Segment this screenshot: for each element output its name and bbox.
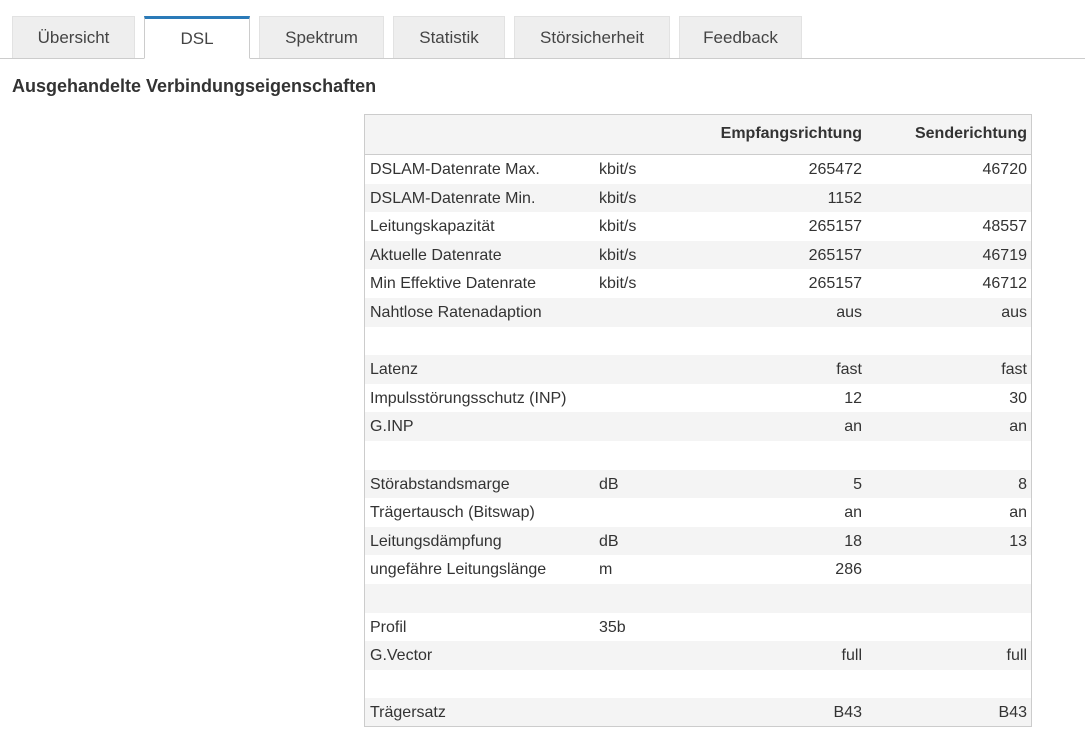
row-unit: m (599, 561, 613, 579)
row-receive-value: fast (836, 361, 862, 379)
row-receive-value: 265157 (808, 275, 862, 293)
row-label: G.INP (370, 418, 414, 436)
row-send-value: an (1009, 418, 1027, 436)
row-send-value: 46712 (982, 275, 1028, 293)
table-row (365, 327, 1031, 356)
row-label: Min Effektive Datenrate (370, 275, 537, 293)
table-body: DSLAM-Datenrate Max. kbit/s 265472 46720 DSL… (365, 155, 1031, 726)
row-receive-value: 265157 (808, 246, 862, 264)
row-unit: kbit/s (599, 161, 637, 178)
row-unit: kbit/s (599, 189, 637, 207)
table-row: ungefähre Leitungslänge m 286 (365, 555, 1031, 584)
tab-feedback[interactable]: Feedback (679, 16, 802, 58)
row-send-value: B43 (998, 704, 1027, 722)
row-receive-value: B43 (833, 704, 862, 722)
table-row: DSLAM-Datenrate Min. kbit/s 1152 (365, 183, 1031, 213)
table-header: Empfangsrichtung Senderichtung (365, 115, 1031, 155)
header-send-direction: Senderichtung (914, 125, 1027, 142)
row-receive-value: 265472 (808, 161, 862, 178)
row-label: Aktuelle Datenrate (370, 246, 502, 264)
tab-uebersicht[interactable]: Übersicht (12, 16, 135, 58)
table-row (365, 583, 1031, 613)
tab-spektrum[interactable]: Spektrum (259, 16, 384, 58)
row-receive-value: 5 (853, 475, 862, 493)
row-unit: kbit/s (599, 218, 637, 236)
row-send-value: 13 (1009, 532, 1027, 550)
row-send-value: fast (1001, 361, 1027, 379)
row-receive-value: an (844, 504, 862, 522)
row-label: DSLAM-Datenrate Min. (370, 189, 536, 207)
tab-bar: Übersicht DSL Spektrum Statistik Störsic… (0, 0, 1085, 59)
table-row: Leitungsdämpfung dB 18 13 (365, 526, 1031, 556)
row-unit: kbit/s (599, 246, 637, 264)
table-row: Leitungskapazität kbit/s 265157 48557 (365, 212, 1031, 241)
table-row: DSLAM-Datenrate Max. kbit/s 265472 46720 (365, 155, 1031, 184)
row-label: ungefähre Leitungslänge (370, 561, 547, 579)
table-row: Profil 35b (365, 613, 1031, 642)
row-label: Nahtlose Ratenadaption (370, 303, 542, 321)
table-row: Nahtlose Ratenadaption aus aus (365, 297, 1031, 327)
table-row: G.Vector full full (365, 641, 1031, 670)
row-send-value: an (1009, 504, 1027, 522)
table-row: Trägertausch (Bitswap) an an (365, 498, 1031, 527)
row-receive-value: 1152 (827, 189, 862, 207)
row-send-value: 48557 (982, 218, 1028, 236)
table-row: Trägersatz B43 B43 (365, 698, 1031, 726)
row-receive-value: 12 (844, 389, 862, 407)
section-title: Ausgehandelte Verbindungseigenschaften (12, 76, 377, 96)
tab-dsl[interactable]: DSL (144, 16, 250, 59)
row-receive-value: aus (836, 303, 862, 321)
row-receive-value: an (844, 418, 862, 436)
row-label: Störabstandsmarge (370, 475, 510, 493)
row-label: Leitungskapazität (370, 218, 495, 236)
table-row: Min Effektive Datenrate kbit/s 265157 46712 (365, 269, 1031, 298)
row-unit: 35b (599, 618, 626, 636)
row-unit: kbit/s (599, 275, 637, 293)
table-row (365, 670, 1031, 699)
row-label: Impulsstörungsschutz (INP) (370, 389, 567, 407)
table-row: Aktuelle Datenrate kbit/s 265157 46719 (365, 240, 1031, 270)
row-receive-value: full (841, 647, 862, 665)
table-row: Impulsstörungsschutz (INP) 12 30 (365, 384, 1031, 413)
row-label: Latenz (370, 361, 419, 379)
row-label: Trägersatz (370, 704, 446, 722)
connection-properties-table: Empfangsrichtung Senderichtung DSLAM-Dat… (364, 114, 1032, 727)
row-receive-value: 286 (835, 561, 862, 579)
row-send-value: 30 (1009, 389, 1027, 407)
row-send-value: 46719 (982, 246, 1028, 264)
row-unit: dB (599, 532, 619, 550)
row-receive-value: 265157 (808, 218, 862, 236)
row-send-value: aus (1001, 303, 1027, 321)
row-send-value: 8 (1018, 475, 1027, 493)
row-send-value: full (1006, 647, 1027, 665)
table-row (365, 441, 1031, 470)
row-receive-value: 18 (844, 532, 862, 550)
row-label: Trägertausch (Bitswap) (370, 504, 535, 522)
header-receive-direction: Empfangsrichtung (720, 125, 862, 142)
row-send-value: 46720 (982, 161, 1028, 178)
row-unit: dB (599, 475, 619, 493)
table-row: Störabstandsmarge dB 5 8 (365, 469, 1031, 499)
row-label: DSLAM-Datenrate Max. (370, 161, 540, 178)
table-row: G.INP an an (365, 412, 1031, 441)
row-label: G.Vector (370, 647, 433, 665)
row-label: Profil (370, 618, 407, 636)
table-row: Latenz fast fast (365, 355, 1031, 384)
tab-statistik[interactable]: Statistik (393, 16, 505, 58)
row-label: Leitungsdämpfung (370, 532, 502, 550)
tab-stoersicherheit[interactable]: Störsicherheit (514, 16, 670, 58)
